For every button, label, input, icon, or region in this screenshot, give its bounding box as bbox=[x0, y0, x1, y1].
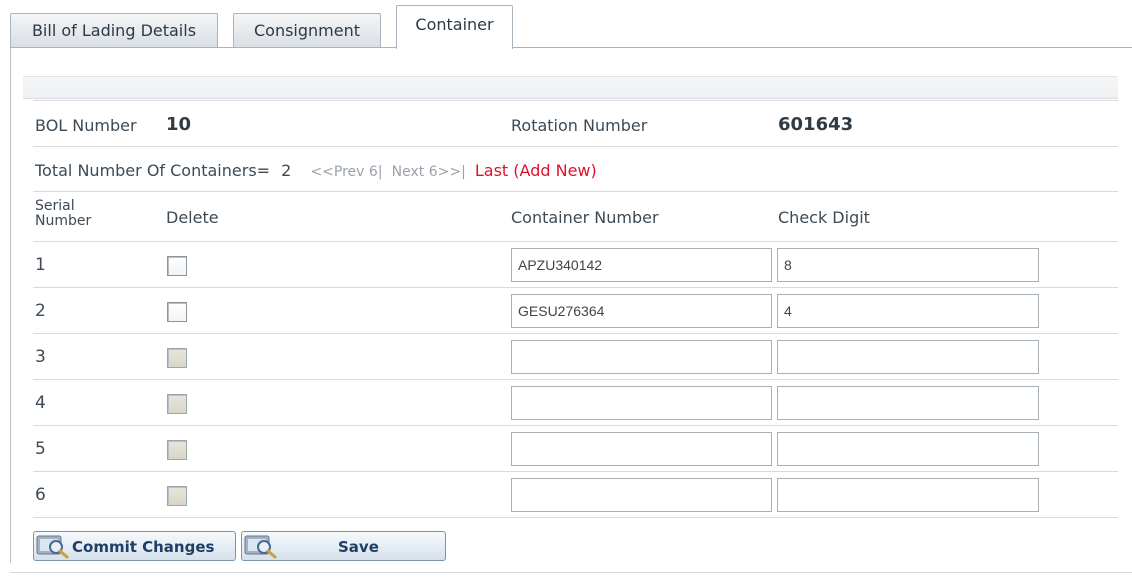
delete-checkbox bbox=[167, 394, 187, 414]
divider bbox=[33, 471, 1118, 472]
save-label: Save bbox=[338, 538, 379, 556]
divider bbox=[33, 241, 1118, 242]
divider bbox=[33, 517, 1118, 518]
divider bbox=[33, 333, 1118, 334]
bol-number-value: 10 bbox=[166, 114, 192, 135]
delete-checkbox bbox=[167, 486, 187, 506]
divider bbox=[33, 379, 1118, 380]
serial-number: 4 bbox=[35, 393, 46, 413]
total-containers-value: 2 bbox=[281, 161, 292, 180]
column-header-serial-number: Serial Number bbox=[35, 198, 92, 229]
rotation-number-label: Rotation Number bbox=[511, 116, 648, 135]
panel-bottom-border bbox=[10, 572, 1132, 573]
tab-container[interactable]: Container bbox=[396, 5, 513, 49]
divider bbox=[33, 287, 1118, 288]
container-summary: Total Number Of Containers= 2 <<Prev 6| … bbox=[35, 161, 597, 180]
tab-bill-of-lading-details[interactable]: Bill of Lading Details bbox=[10, 13, 218, 48]
total-containers-label: Total Number Of Containers= bbox=[35, 161, 271, 180]
column-header-delete: Delete bbox=[166, 208, 219, 227]
check-digit-input[interactable] bbox=[777, 340, 1039, 374]
check-digit-input[interactable] bbox=[777, 432, 1039, 466]
check-digit-input[interactable] bbox=[777, 478, 1039, 512]
serial-number: 1 bbox=[35, 255, 46, 275]
divider bbox=[33, 425, 1118, 426]
save-button[interactable]: Save bbox=[241, 531, 446, 561]
form-header-strip bbox=[23, 76, 1118, 99]
divider bbox=[33, 191, 1118, 192]
check-digit-input[interactable]: 4 bbox=[777, 294, 1039, 328]
last-add-new-link[interactable]: Last (Add New) bbox=[475, 161, 597, 180]
delete-checkbox bbox=[167, 348, 187, 368]
commit-changes-label: Commit Changes bbox=[72, 538, 215, 556]
separator: | bbox=[461, 164, 466, 180]
tab-bar: Bill of Lading Details Consignment Conta… bbox=[0, 0, 1132, 49]
prev-page-link[interactable]: <<Prev 6 bbox=[310, 164, 377, 180]
tab-consignment[interactable]: Consignment bbox=[233, 13, 381, 48]
separator: | bbox=[377, 164, 383, 180]
serial-number: 3 bbox=[35, 347, 46, 367]
delete-checkbox[interactable] bbox=[167, 256, 187, 276]
check-digit-input[interactable] bbox=[777, 386, 1039, 420]
container-number-input[interactable] bbox=[511, 340, 772, 374]
serial-number: 6 bbox=[35, 485, 46, 505]
rotation-number-value: 601643 bbox=[778, 114, 854, 135]
delete-checkbox[interactable] bbox=[167, 302, 187, 322]
container-number-input[interactable]: GESU276364 bbox=[511, 294, 772, 328]
column-header-check-digit: Check Digit bbox=[778, 208, 870, 227]
container-number-input[interactable] bbox=[511, 386, 772, 420]
container-number-input[interactable] bbox=[511, 432, 772, 466]
check-digit-input[interactable]: 8 bbox=[777, 248, 1039, 282]
container-number-input[interactable] bbox=[511, 478, 772, 512]
bol-number-label: BOL Number bbox=[35, 116, 137, 135]
serial-number: 5 bbox=[35, 439, 46, 459]
container-number-input[interactable]: APZU340142 bbox=[511, 248, 772, 282]
tab-divider bbox=[10, 47, 1132, 48]
divider bbox=[33, 146, 1118, 147]
commit-changes-button[interactable]: Commit Changes bbox=[33, 531, 236, 561]
magnifier-icon bbox=[36, 535, 69, 559]
magnifier-icon bbox=[244, 535, 277, 559]
serial-number: 2 bbox=[35, 301, 46, 321]
next-page-link[interactable]: Next 6>> bbox=[392, 164, 461, 180]
column-header-container-number: Container Number bbox=[511, 208, 659, 227]
divider bbox=[33, 100, 1118, 101]
delete-checkbox bbox=[167, 440, 187, 460]
